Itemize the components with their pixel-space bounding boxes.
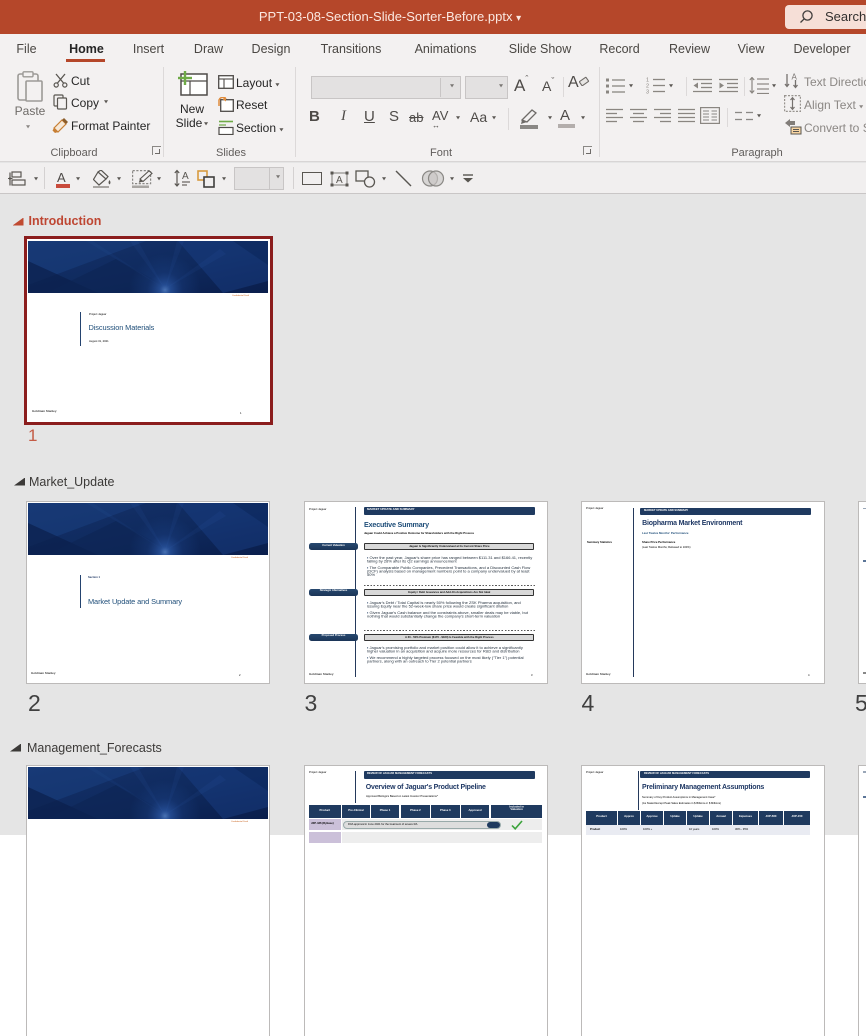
svg-text:A: A <box>182 171 189 182</box>
svg-text:A: A <box>336 175 343 186</box>
svg-text:3: 3 <box>646 90 649 95</box>
svg-text:A: A <box>792 73 798 82</box>
